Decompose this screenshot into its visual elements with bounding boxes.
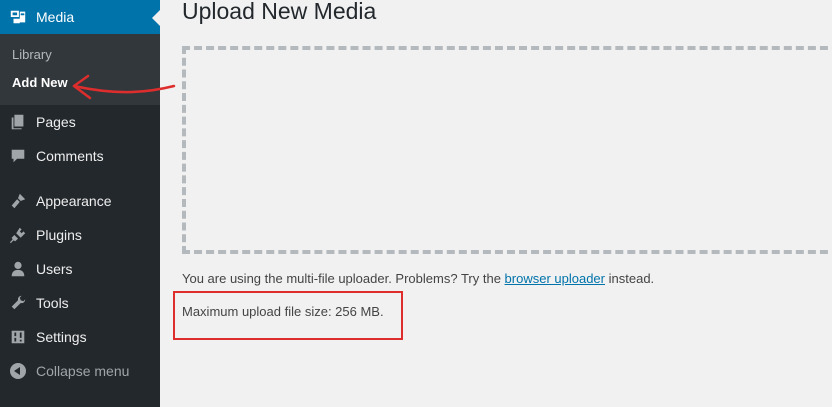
comments-icon	[0, 139, 36, 173]
collapse-icon	[0, 354, 36, 388]
uploader-notice-text-end: instead.	[608, 271, 655, 286]
media-icon	[0, 0, 36, 34]
sidebar-item-label: Users	[36, 261, 73, 277]
sidebar-item-label: Tools	[36, 295, 69, 311]
settings-icon	[0, 320, 36, 354]
collapse-menu-button[interactable]: Collapse menu	[0, 354, 160, 388]
collapse-menu-label: Collapse menu	[36, 363, 130, 379]
users-icon	[0, 252, 36, 286]
sidebar-item-settings[interactable]: Settings	[0, 320, 160, 354]
uploader-notice-text: You are using the multi-file uploader. P…	[182, 271, 501, 286]
sidebar-item-appearance[interactable]: Appearance	[0, 184, 160, 218]
sidebar-item-tools[interactable]: Tools	[0, 286, 160, 320]
sidebar-item-label: Plugins	[36, 227, 82, 243]
admin-sidebar: Media Library Add New Pages Comments App…	[0, 0, 160, 407]
file-drop-area[interactable]	[182, 46, 832, 254]
submenu-item-add-new[interactable]: Add New	[12, 75, 68, 90]
media-submenu: Library Add New	[0, 34, 160, 105]
submenu-item-library[interactable]: Library	[12, 47, 52, 62]
sidebar-item-pages[interactable]: Pages	[0, 105, 160, 139]
sidebar-item-plugins[interactable]: Plugins	[0, 218, 160, 252]
plugins-icon	[0, 218, 36, 252]
sidebar-item-label: Pages	[36, 114, 76, 130]
sidebar-item-label: Comments	[36, 148, 104, 164]
sidebar-item-label: Appearance	[36, 193, 112, 209]
pages-icon	[0, 105, 36, 139]
sidebar-item-media[interactable]: Media	[0, 0, 160, 34]
sidebar-item-users[interactable]: Users	[0, 252, 160, 286]
sidebar-item-comments[interactable]: Comments	[0, 139, 160, 173]
sidebar-item-label: Media	[36, 9, 75, 25]
active-menu-pointer	[152, 10, 160, 26]
browser-uploader-link[interactable]: browser uploader	[505, 271, 605, 286]
appearance-icon	[0, 184, 36, 218]
tools-icon	[0, 286, 36, 320]
annotation-highlight-box	[173, 291, 403, 340]
page-title: Upload New Media	[182, 0, 377, 24]
uploader-notice: You are using the multi-file uploader. P…	[182, 271, 654, 286]
sidebar-item-label: Settings	[36, 329, 87, 345]
